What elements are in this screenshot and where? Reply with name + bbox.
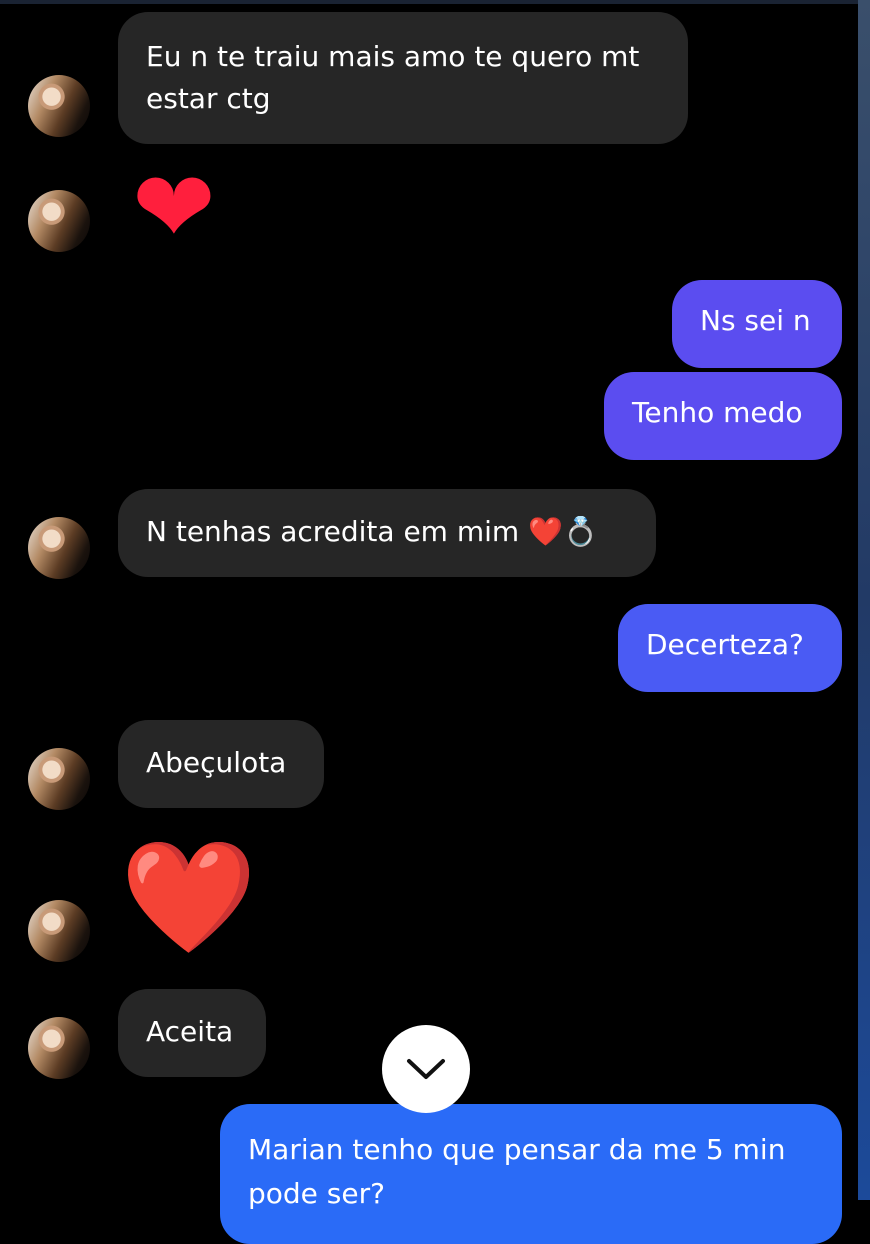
incoming-message-bubble[interactable]: Aceita [118, 989, 266, 1077]
heart-ring-emoji-icon: ❤️💍 [528, 515, 598, 548]
window-top-edge [0, 0, 870, 4]
heart-reaction-icon[interactable]: ❤️ [120, 842, 257, 952]
avatar[interactable] [28, 517, 90, 579]
avatar[interactable] [28, 75, 90, 137]
avatar[interactable] [28, 190, 90, 252]
outgoing-message-bubble[interactable]: Marian tenho que pensar da me 5 min pode… [220, 1104, 842, 1244]
chevron-down-icon [407, 1059, 445, 1079]
window-right-edge [858, 0, 870, 1200]
incoming-message-bubble[interactable]: Eu n te traiu mais amo te quero mt estar… [118, 12, 688, 144]
outgoing-message-bubble[interactable]: Ns sei n [672, 280, 842, 368]
outgoing-message-bubble[interactable]: Decerteza? [618, 604, 842, 692]
avatar[interactable] [28, 900, 90, 962]
outgoing-message-bubble[interactable]: Tenho medo [604, 372, 842, 460]
incoming-message-bubble[interactable]: N tenhas acredita em mim ❤️💍 [118, 489, 656, 577]
scroll-to-bottom-button[interactable] [382, 1025, 470, 1113]
avatar[interactable] [28, 748, 90, 810]
avatar[interactable] [28, 1017, 90, 1079]
incoming-message-bubble[interactable]: Abeçulota [118, 720, 324, 808]
message-text: N tenhas acredita em mim [146, 515, 520, 548]
heart-reaction-icon[interactable]: ❤ [132, 158, 216, 258]
